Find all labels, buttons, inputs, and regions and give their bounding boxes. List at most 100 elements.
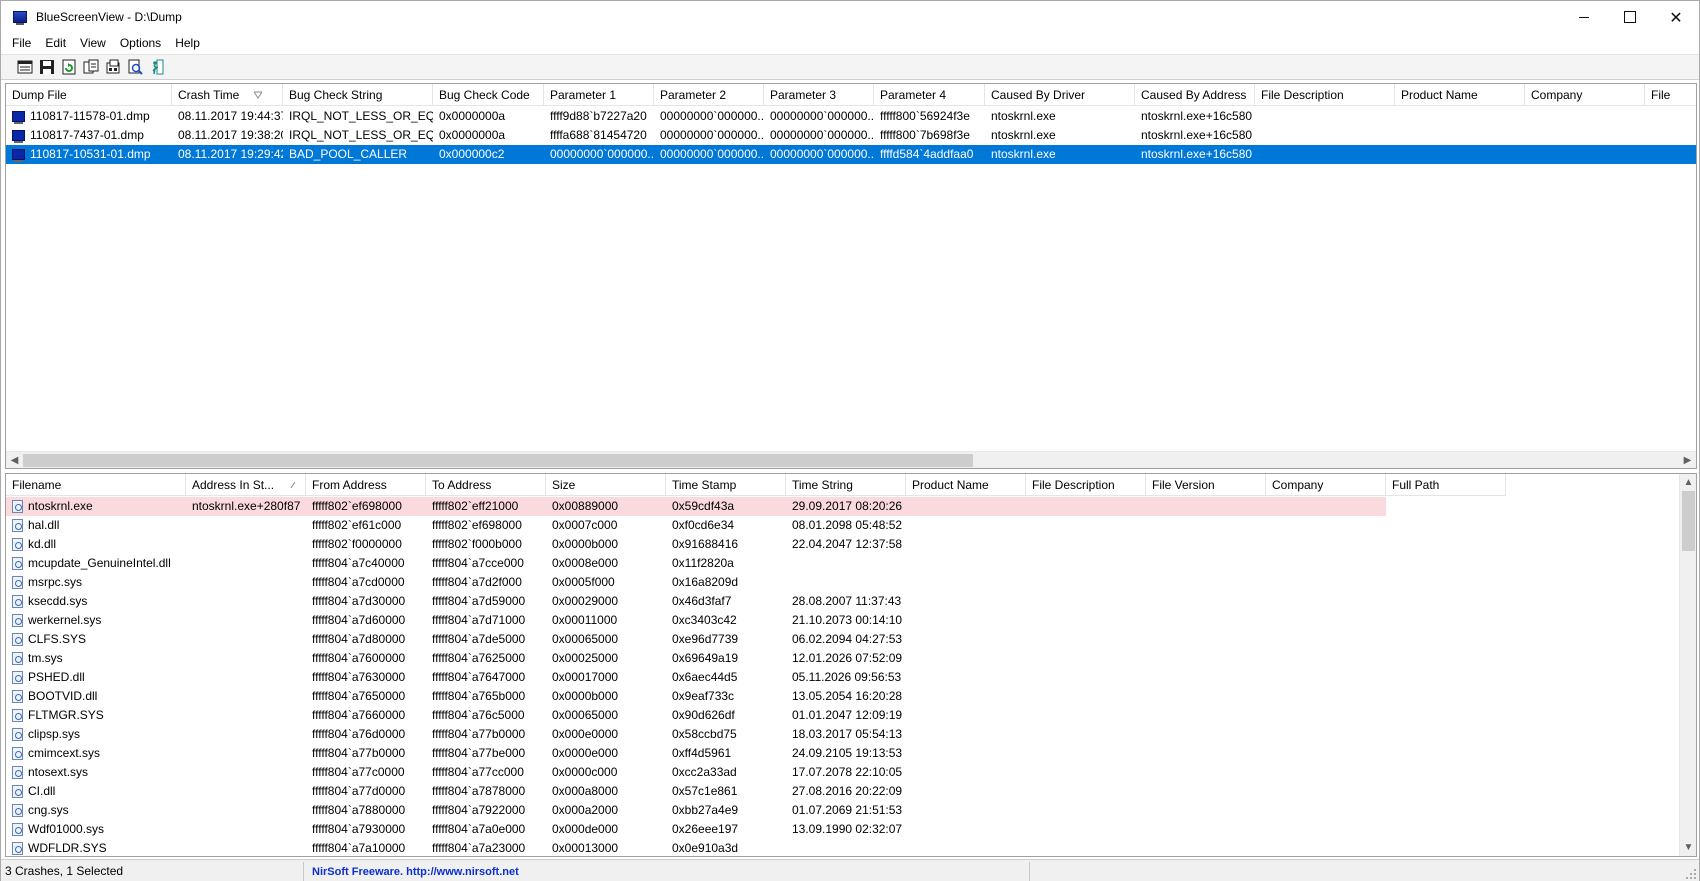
- driver-row[interactable]: ksecdd.sys fffff804`a7d30000 fffff804`a7d5…: [6, 592, 1506, 611]
- crash-row[interactable]: 110817-11578-01.dmp 08.11.2017 19:44:37 IR…: [6, 107, 1696, 126]
- table-cell: 18.03.2017 05:54:13: [792, 727, 903, 741]
- col-file-description[interactable]: File Description: [1026, 474, 1146, 496]
- scroll-up-icon[interactable]: ▲: [1680, 474, 1696, 491]
- col-file-description[interactable]: File Description: [1255, 84, 1395, 106]
- col-parameter-2[interactable]: Parameter 2: [654, 84, 764, 106]
- driver-row[interactable]: CLFS.SYS fffff804`a7d80000 fffff804`a7de50…: [6, 630, 1506, 649]
- app-window: BlueScreenView - D:\Dump ✕ File Edit Vie…: [0, 0, 1700, 881]
- module-file-icon: [12, 538, 23, 551]
- col-file-version[interactable]: File Version: [1146, 474, 1266, 496]
- col-company[interactable]: Company: [1525, 84, 1645, 106]
- crash-row[interactable]: 110817-10531-01.dmp 08.11.2017 19:29:42 BA…: [6, 145, 1696, 164]
- col-size[interactable]: Size: [546, 474, 666, 496]
- table-cell: [1266, 592, 1386, 611]
- col-company[interactable]: Company: [1266, 474, 1386, 496]
- col-parameter-4[interactable]: Parameter 4: [874, 84, 985, 106]
- driver-row[interactable]: cmimcext.sys fffff804`a77b0000 fffff804`a7…: [6, 744, 1506, 763]
- menu-help[interactable]: Help: [168, 36, 207, 50]
- maximize-button[interactable]: [1607, 1, 1653, 33]
- refresh-button[interactable]: [58, 57, 80, 77]
- title-bar[interactable]: BlueScreenView - D:\Dump ✕: [1, 1, 1699, 33]
- module-file-icon: [12, 842, 23, 855]
- crash-list-header: Dump File Crash Time Bug Check String Bu…: [6, 84, 1696, 106]
- driver-row[interactable]: ntoskrnl.exe ntoskrnl.exe+280f87 fffff802`…: [6, 497, 1506, 516]
- table-cell: 0xcc2a33ad: [672, 765, 737, 779]
- scrollbar-thumb[interactable]: [23, 454, 973, 467]
- menu-view[interactable]: View: [73, 36, 113, 50]
- scroll-down-icon[interactable]: ▼: [1680, 839, 1696, 856]
- scroll-right-icon[interactable]: ▶: [1679, 452, 1696, 468]
- table-cell: [1026, 592, 1146, 611]
- driver-row[interactable]: FLTMGR.SYS fffff804`a7660000 fffff804`a76c…: [6, 706, 1506, 725]
- horizontal-scrollbar[interactable]: ◀ ▶: [6, 451, 1696, 468]
- col-time-string[interactable]: Time String: [786, 474, 906, 496]
- table-cell: 0x000a2000: [552, 803, 619, 817]
- table-cell: [1026, 706, 1146, 725]
- col-address-in-stack[interactable]: Address In St...: [186, 474, 306, 496]
- col-parameter-3[interactable]: Parameter 3: [764, 84, 874, 106]
- driver-row[interactable]: cng.sys fffff804`a7880000 fffff804`a792200…: [6, 801, 1506, 820]
- table-cell: [1146, 611, 1266, 630]
- driver-row[interactable]: werkernel.sys fffff804`a7d60000 fffff804`a…: [6, 611, 1506, 630]
- col-dump-file[interactable]: Dump File: [6, 84, 172, 106]
- driver-row[interactable]: CI.dll fffff804`a77d0000 fffff804`a7878000…: [6, 782, 1506, 801]
- driver-row[interactable]: clipsp.sys fffff804`a76d0000 fffff804`a77b…: [6, 725, 1506, 744]
- minimize-button[interactable]: [1561, 1, 1607, 33]
- col-to-address[interactable]: To Address: [426, 474, 546, 496]
- vertical-scrollbar[interactable]: ▲ ▼: [1679, 474, 1696, 856]
- col-time-stamp[interactable]: Time Stamp: [666, 474, 786, 496]
- col-crash-time[interactable]: Crash Time: [172, 84, 283, 106]
- table-cell: fffff804`a7c40000: [312, 556, 405, 570]
- driver-row[interactable]: msrpc.sys fffff804`a7cd0000 fffff804`a7d2f…: [6, 573, 1506, 592]
- table-cell: [906, 763, 1026, 782]
- table-cell: [186, 516, 306, 535]
- table-cell: [1525, 107, 1645, 126]
- nirsoft-link[interactable]: NirSoft Freeware. http://www.nirsoft.net: [308, 866, 519, 878]
- row-filename-cell: clipsp.sys: [6, 725, 186, 744]
- html-report-button[interactable]: [102, 57, 124, 77]
- driver-row[interactable]: tm.sys fffff804`a7600000 fffff804`a7625000…: [6, 649, 1506, 668]
- scrollbar-thumb[interactable]: [1682, 491, 1695, 551]
- driver-row[interactable]: kd.dll fffff802`f0000000 fffff802`f000b000…: [6, 535, 1506, 554]
- table-cell: fffff802`ef61c000: [312, 518, 402, 532]
- row-filename-text: ntosext.sys: [28, 765, 89, 779]
- col-bug-check-code[interactable]: Bug Check Code: [433, 84, 544, 106]
- table-cell: 06.02.2094 04:27:53: [792, 632, 903, 646]
- col-bug-check-string[interactable]: Bug Check String: [283, 84, 433, 106]
- driver-row[interactable]: WDFLDR.SYS fffff804`a7a10000 fffff804`a7a2…: [6, 839, 1506, 856]
- driver-row[interactable]: ntosext.sys fffff804`a77c0000 fffff804`a77…: [6, 763, 1506, 782]
- exit-button[interactable]: [146, 57, 168, 77]
- driver-row[interactable]: hal.dll fffff802`ef61c000 fffff802`ef69800…: [6, 516, 1506, 535]
- driver-row[interactable]: Wdf01000.sys fffff804`a7930000 fffff804`a7…: [6, 820, 1506, 839]
- col-from-address[interactable]: From Address: [306, 474, 426, 496]
- menu-edit[interactable]: Edit: [38, 36, 73, 50]
- table-cell: [1026, 535, 1146, 554]
- driver-list[interactable]: Filename Address In St... From Address T…: [5, 473, 1697, 857]
- driver-row[interactable]: BOOTVID.dll fffff804`a7650000 fffff804`a76…: [6, 687, 1506, 706]
- scroll-left-icon[interactable]: ◀: [6, 452, 23, 468]
- col-parameter-1[interactable]: Parameter 1: [544, 84, 654, 106]
- col-file[interactable]: File: [1645, 84, 1696, 106]
- col-filename[interactable]: Filename: [6, 474, 186, 496]
- col-full-path[interactable]: Full Path: [1386, 474, 1506, 496]
- crash-row[interactable]: 110817-7437-01.dmp 08.11.2017 19:38:20 IRQ…: [6, 126, 1696, 145]
- table-cell: [186, 611, 306, 630]
- col-caused-by-address[interactable]: Caused By Address: [1135, 84, 1255, 106]
- resize-grip-icon[interactable]: [1685, 868, 1697, 880]
- close-button[interactable]: ✕: [1653, 1, 1699, 33]
- table-cell: [1146, 592, 1266, 611]
- menu-options[interactable]: Options: [113, 36, 168, 50]
- menu-file[interactable]: File: [5, 36, 38, 50]
- driver-row[interactable]: mcupdate_GenuineIntel.dll fffff804`a7c400…: [6, 554, 1506, 573]
- find-button[interactable]: [124, 57, 146, 77]
- driver-row[interactable]: PSHED.dll fffff804`a7630000 fffff804`a7647…: [6, 668, 1506, 687]
- crash-list[interactable]: Dump File Crash Time Bug Check String Bu…: [5, 83, 1697, 469]
- col-product-name[interactable]: Product Name: [1395, 84, 1525, 106]
- col-caused-by-driver[interactable]: Caused By Driver: [985, 84, 1135, 106]
- save-button[interactable]: [36, 57, 58, 77]
- col-product-name[interactable]: Product Name: [906, 474, 1026, 496]
- properties-button[interactable]: [14, 57, 36, 77]
- table-cell: [1146, 630, 1266, 649]
- copy-button[interactable]: [80, 57, 102, 77]
- table-cell: 0x69649a19: [672, 651, 739, 665]
